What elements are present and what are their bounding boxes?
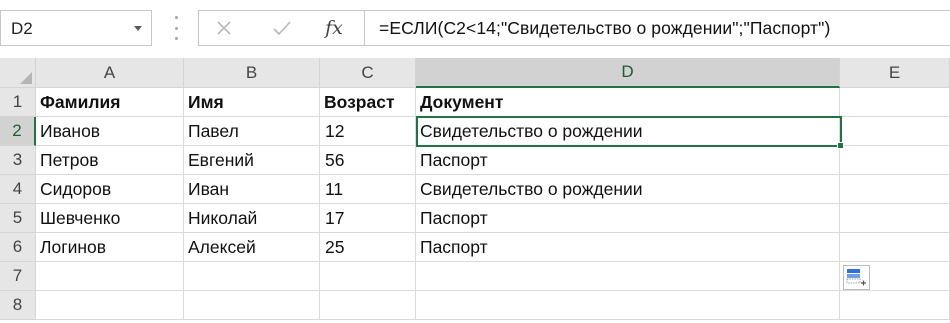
cell-e8[interactable] [840, 291, 950, 320]
name-box-value: D2 [11, 19, 33, 38]
insert-function-button[interactable]: fx [309, 11, 359, 45]
cell-b3[interactable]: Евгений [184, 146, 320, 175]
cell-d8[interactable] [416, 291, 840, 320]
close-icon [217, 21, 231, 35]
select-all-triangle-icon [20, 72, 32, 84]
formula-input[interactable]: =ЕСЛИ(C2<14;"Свидетельство о рождении";"… [364, 10, 950, 46]
formula-bar-area: D2 fx =ЕСЛИ(C2<14;"Свидетельство о рожде… [0, 0, 950, 58]
column-header-a[interactable]: A [36, 58, 184, 88]
cell-c4[interactable]: 11 [320, 175, 416, 204]
cell-a3[interactable]: Петров [36, 146, 184, 175]
column-header-c[interactable]: C [320, 58, 416, 88]
row-header-5[interactable]: 5 [0, 204, 36, 233]
cell-d2[interactable]: Свидетельство о рождении [416, 117, 840, 146]
cell-c1[interactable]: Возраст [320, 88, 416, 117]
cell-e6[interactable] [840, 233, 950, 262]
cell-c2[interactable]: 12 [320, 117, 416, 146]
cell-d4[interactable]: Свидетельство о рождении [416, 175, 840, 204]
cell-c6[interactable]: 25 [320, 233, 416, 262]
cell-b8[interactable] [184, 291, 320, 320]
name-box[interactable]: D2 [0, 10, 152, 46]
cell-d5[interactable]: Паспорт [416, 204, 840, 233]
column-header-e[interactable]: E [840, 58, 950, 88]
cell-c3[interactable]: 56 [320, 146, 416, 175]
cell-c5[interactable]: 17 [320, 204, 416, 233]
row-header-6[interactable]: 6 [0, 233, 36, 262]
row-header-7[interactable]: 7 [0, 262, 36, 291]
cell-b5[interactable]: Николай [184, 204, 320, 233]
quick-analysis-button[interactable] [843, 265, 870, 290]
row-header-1[interactable]: 1 [0, 88, 36, 117]
formula-text: =ЕСЛИ(C2<14;"Свидетельство о рождении";"… [379, 18, 831, 38]
cell-b6[interactable]: Алексей [184, 233, 320, 262]
fx-icon: fx [325, 17, 343, 39]
cell-e1[interactable] [840, 88, 950, 117]
formula-bar-resize-grip-icon[interactable] [175, 16, 178, 40]
cell-a2[interactable]: Иванов [36, 117, 184, 146]
row-header-2[interactable]: 2 [0, 117, 36, 146]
cell-e5[interactable] [840, 204, 950, 233]
formula-buttons: fx [198, 10, 364, 46]
cell-b4[interactable]: Иван [184, 175, 320, 204]
select-all-button[interactable] [0, 58, 36, 88]
cell-a5[interactable]: Шевченко [36, 204, 184, 233]
column-header-b[interactable]: B [184, 58, 320, 88]
cell-a6[interactable]: Логинов [36, 233, 184, 262]
quick-analysis-icon [846, 269, 866, 286]
cell-d1[interactable]: Документ [416, 88, 840, 117]
cell-b7[interactable] [184, 262, 320, 291]
cell-d3[interactable]: Паспорт [416, 146, 840, 175]
cell-c8[interactable] [320, 291, 416, 320]
fill-handle[interactable] [837, 142, 844, 149]
row-header-8[interactable]: 8 [0, 291, 36, 320]
cell-c7[interactable] [320, 262, 416, 291]
cell-b2[interactable]: Павел [184, 117, 320, 146]
enter-button[interactable] [257, 11, 307, 45]
cell-a1[interactable]: Фамилия [36, 88, 184, 117]
cell-a8[interactable] [36, 291, 184, 320]
column-header-d[interactable]: D [416, 58, 840, 88]
cell-b1[interactable]: Имя [184, 88, 320, 117]
cell-a4[interactable]: Сидоров [36, 175, 184, 204]
worksheet-grid: A B C D E 1 2 3 4 5 6 7 8 Фамилия Имя Во… [0, 58, 950, 323]
cell-e4[interactable] [840, 175, 950, 204]
cell-a7[interactable] [36, 262, 184, 291]
cell-e3[interactable] [840, 146, 950, 175]
checkmark-icon [273, 21, 291, 36]
cell-d6[interactable]: Паспорт [416, 233, 840, 262]
cell-e2[interactable] [840, 117, 950, 146]
row-header-4[interactable]: 4 [0, 175, 36, 204]
chevron-down-icon[interactable] [134, 26, 142, 31]
cell-d7[interactable] [416, 262, 840, 291]
cancel-button[interactable] [199, 11, 249, 45]
row-header-3[interactable]: 3 [0, 146, 36, 175]
